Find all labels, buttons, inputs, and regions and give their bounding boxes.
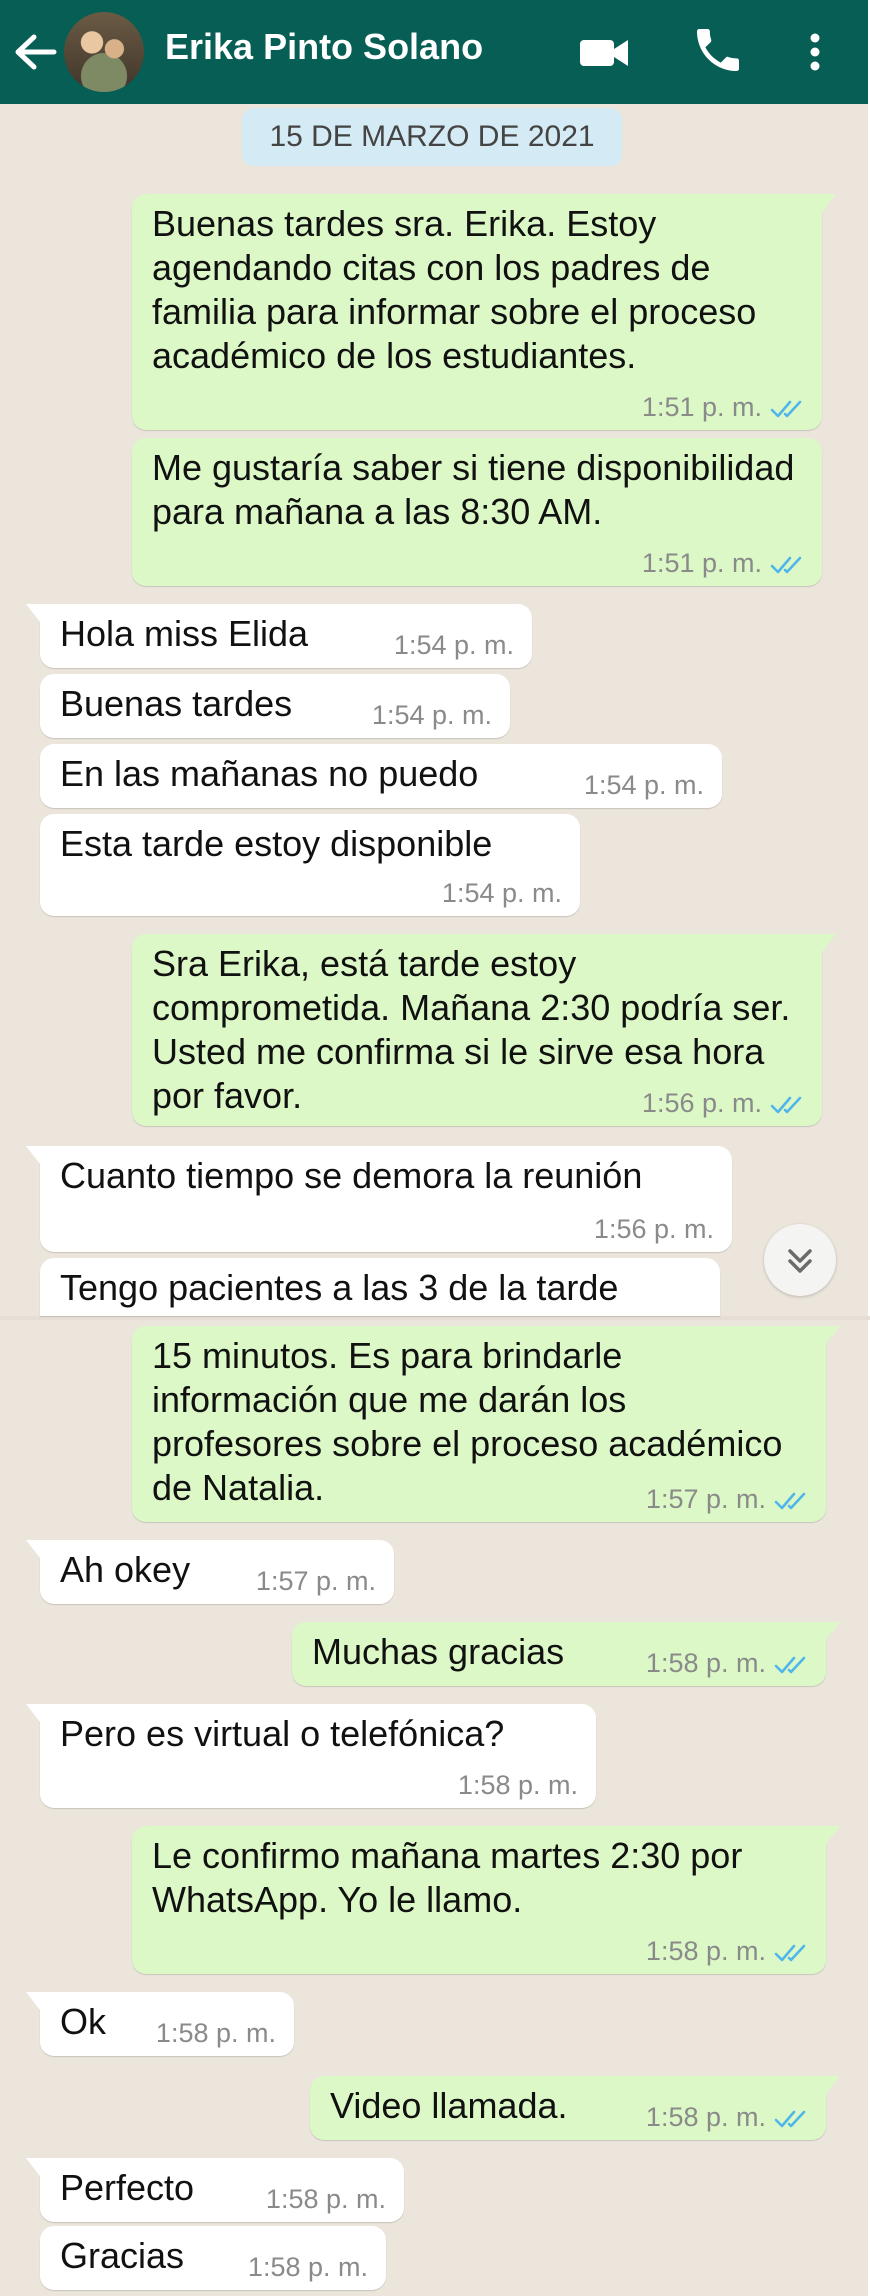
message-bubble-incoming[interactable]: Ah okey 1:57 p. m. <box>26 1540 394 1604</box>
message-text: Cuanto tiempo se demora la reunión <box>60 1155 643 1196</box>
message-time: 1:58 p. m. <box>155 2018 276 2048</box>
message-bubble-outgoing[interactable]: Video llamada. 1:58 p. m. <box>310 2076 840 2140</box>
date-separator: 15 DE MARZO DE 2021 <box>242 108 622 166</box>
message-meta: 1:56 p. m. <box>642 1086 808 1120</box>
message-time: 1:54 p. m. <box>583 770 704 800</box>
message-meta: 1:57 p. m. <box>646 1482 812 1516</box>
double-check-icon <box>774 1656 806 1674</box>
message-meta: 1:58 p. m. <box>646 1934 812 1968</box>
video-camera-icon <box>580 40 628 66</box>
message-bubble-outgoing[interactable]: Buenas tardes sra. Erika. Estoy agendand… <box>132 194 836 430</box>
message-time: 1:54 p. m. <box>441 878 562 908</box>
message-bubble-incoming[interactable]: Ok 1:58 p. m. <box>26 1992 294 2056</box>
message-time: 1:54 p. m. <box>371 700 492 730</box>
message-text: Tengo pacientes a las 3 de la tarde <box>60 1267 619 1308</box>
chat-header: Erika Pinto Solano <box>0 0 868 104</box>
double-check-icon <box>774 1492 806 1510</box>
message-bubble-incoming[interactable]: Buenas tardes 1:54 p. m. <box>40 674 510 738</box>
message-bubble-incoming[interactable]: Pero es virtual o telefónica? 1:58 p. m. <box>26 1704 596 1808</box>
message-time: 1:58 p. m. <box>645 1936 766 1966</box>
message-meta: 1:51 p. m. <box>642 390 808 424</box>
message-text: Buenas tardes sra. Erika. Estoy agendand… <box>152 203 757 376</box>
scroll-to-bottom-button[interactable] <box>764 1224 836 1296</box>
phone-icon <box>697 29 739 71</box>
message-time: 1:57 p. m. <box>255 1566 376 1596</box>
message-time: 1:58 p. m. <box>457 1770 578 1800</box>
message-time: 1:56 p. m. <box>593 1214 714 1244</box>
message-text: Esta tarde estoy disponible <box>60 823 493 864</box>
message-meta: 1:58 p. m. <box>646 1646 812 1680</box>
more-options-button[interactable] <box>798 22 832 82</box>
message-time: 1:54 p. m. <box>393 630 514 660</box>
double-check-icon <box>774 2110 806 2128</box>
back-arrow-icon <box>15 34 57 70</box>
double-check-icon <box>770 1096 802 1114</box>
message-bubble-incoming[interactable]: Perfecto 1:58 p. m. <box>26 2158 404 2222</box>
double-check-icon <box>774 1944 806 1962</box>
message-meta: 1:51 p. m. <box>642 546 808 580</box>
message-bubble-outgoing[interactable]: 15 minutos. Es para brindarle informació… <box>132 1326 840 1522</box>
message-time: 1:58 p. m. <box>645 1648 766 1678</box>
double-chevron-down-icon <box>788 1249 812 1273</box>
back-button[interactable] <box>10 22 60 82</box>
message-time: 1:51 p. m. <box>641 392 762 422</box>
message-bubble-incoming[interactable]: En las mañanas no puedo 1:54 p. m. <box>40 744 722 808</box>
message-text: Me gustaría saber si tiene disponibilida… <box>152 447 795 532</box>
message-time: 1:51 p. m. <box>641 548 762 578</box>
message-time: 1:58 p. m. <box>247 2252 368 2282</box>
more-vertical-icon <box>810 33 820 71</box>
avatar[interactable] <box>64 12 144 92</box>
message-bubble-outgoing[interactable]: Muchas gracias 1:58 p. m. <box>292 1622 840 1686</box>
message-bubble-incoming[interactable]: Esta tarde estoy disponible 1:54 p. m. <box>40 814 580 916</box>
message-text: Le confirmo mañana martes 2:30 por Whats… <box>152 1835 743 1920</box>
message-bubble-outgoing[interactable]: Me gustaría saber si tiene disponibilida… <box>132 438 822 586</box>
message-time: 1:58 p. m. <box>265 2184 386 2214</box>
video-call-button[interactable] <box>576 24 632 80</box>
message-text: Pero es virtual o telefónica? <box>60 1713 505 1754</box>
contact-name[interactable]: Erika Pinto Solano <box>165 22 483 72</box>
message-time: 1:58 p. m. <box>645 2102 766 2132</box>
message-bubble-incoming[interactable]: Cuanto tiempo se demora la reunión 1:56 … <box>26 1146 732 1252</box>
message-time: 1:56 p. m. <box>641 1088 762 1118</box>
voice-call-button[interactable] <box>690 22 746 78</box>
message-bubble-outgoing[interactable]: Le confirmo mañana martes 2:30 por Whats… <box>132 1826 840 1974</box>
message-bubble-incoming[interactable]: Tengo pacientes a las 3 de la tarde <box>40 1258 720 1316</box>
message-bubble-incoming[interactable]: Hola miss Elida 1:54 p. m. <box>26 604 532 668</box>
message-bubble-outgoing[interactable]: Sra Erika, está tarde estoy comprometida… <box>132 934 836 1126</box>
double-check-icon <box>770 400 802 418</box>
message-meta: 1:58 p. m. <box>646 2100 812 2134</box>
message-time: 1:57 p. m. <box>645 1484 766 1514</box>
double-check-icon <box>770 556 802 574</box>
message-bubble-incoming[interactable]: Gracias 1:58 p. m. <box>40 2226 386 2290</box>
